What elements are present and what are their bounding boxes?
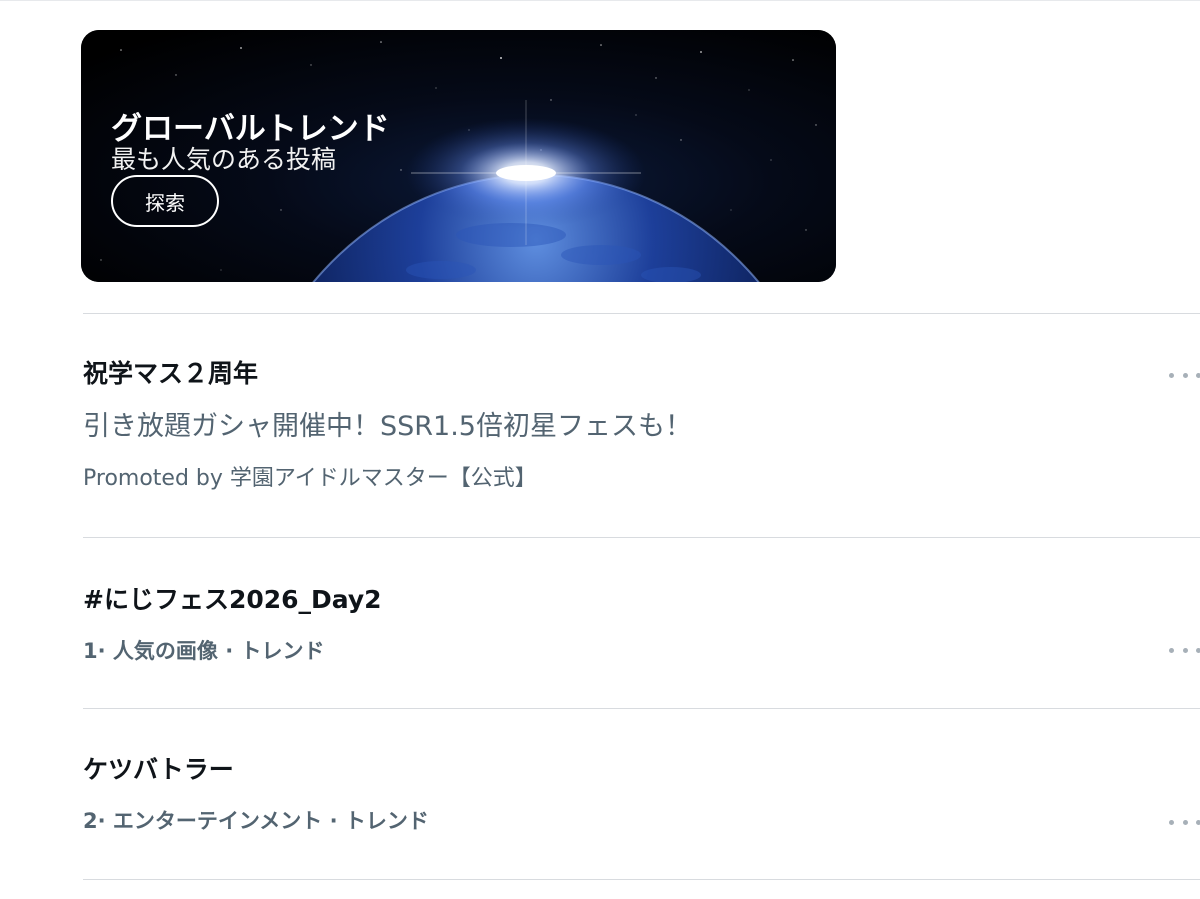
more-horizontal-icon[interactable]	[1169, 812, 1200, 832]
more-horizontal-icon[interactable]	[1169, 640, 1200, 660]
more-horizontal-icon[interactable]	[1169, 365, 1200, 385]
top-divider	[0, 0, 1200, 1]
global-trends-banner[interactable]: グローバルトレンド 最も人気のある投稿 探索	[81, 30, 836, 282]
trend-item[interactable]: ケツバトラー 2· エンターテインメント · トレンド	[83, 709, 1200, 879]
trend-meta: 2· エンターテインメント · トレンド	[83, 809, 429, 833]
trend-meta: 1· 人気の画像 · トレンド	[83, 639, 325, 663]
banner-subtitle: 最も人気のある投稿	[111, 145, 337, 174]
banner-title: グローバルトレンド	[111, 111, 390, 147]
explore-button[interactable]: 探索	[111, 175, 219, 227]
trend-item[interactable]: #にじフェス2026_Day2 1· 人気の画像 · トレンド	[83, 538, 1200, 708]
trend-item-promoted[interactable]: 祝学マス２周年 引き放題ガシャ開催中！SSR1.5倍初星フェスも！ Promot…	[83, 314, 1200, 537]
trend-title: 祝学マス２周年	[83, 359, 259, 388]
promoted-label: Promoted by 学園アイドルマスター【公式】	[83, 466, 537, 491]
trend-description: 引き放題ガシャ開催中！SSR1.5倍初星フェスも！	[83, 411, 692, 442]
trend-title: ケツバトラー	[83, 755, 234, 784]
trend-title: #にじフェス2026_Day2	[83, 585, 382, 614]
explore-page: グローバルトレンド 最も人気のある投稿 探索 祝学マス２周年 引き放題ガシャ開催…	[0, 0, 1200, 899]
divider	[83, 879, 1200, 880]
